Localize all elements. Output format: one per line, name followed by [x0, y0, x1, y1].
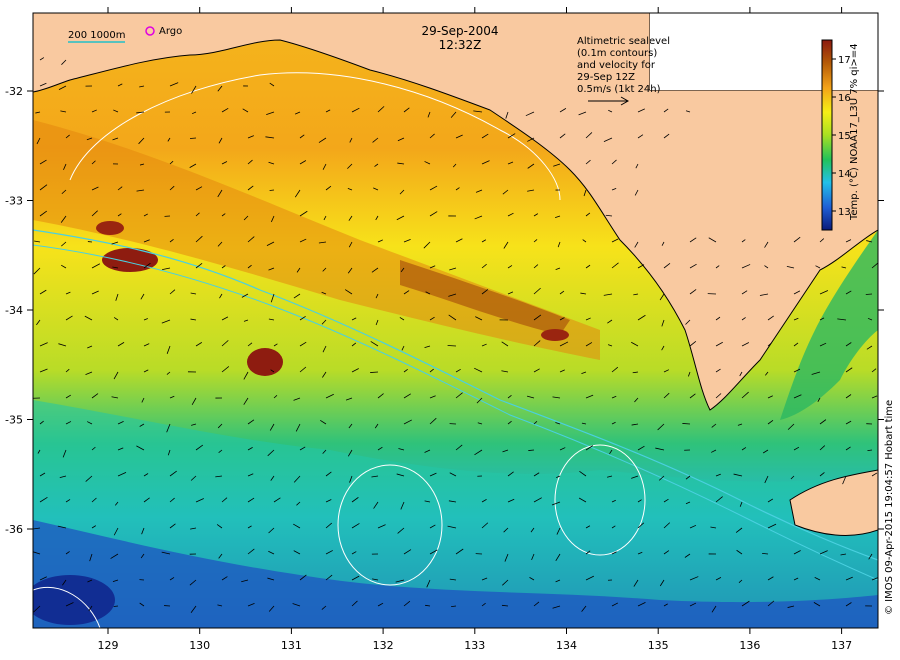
x-tick-label: 137 [831, 639, 852, 652]
annotation-line: 0.5m/s (1kt 24h) [577, 84, 661, 95]
y-tick-label: -36 [5, 523, 23, 536]
velocity-arrow [370, 371, 379, 373]
sst-map: 129 130 131 132 133 134 135 136 137 -32 -33 -34 -35… [5, 7, 895, 652]
velocity-arrow [113, 605, 119, 607]
cold-patch [33, 575, 115, 625]
colorbar-label: Temp. (°C) NOAA17_L3U 7% qi>=4 [849, 43, 860, 221]
colorbar [821, 39, 833, 231]
x-tick-label: 133 [464, 639, 485, 652]
x-tick-label: 134 [556, 639, 577, 652]
date-label: 29-Sep-2004 [421, 24, 498, 38]
hot-spot [541, 329, 569, 341]
x-tick-label: 130 [189, 639, 210, 652]
annotation-line: (0.1m contours) [577, 48, 657, 59]
y-tick-label: -35 [5, 414, 23, 427]
blank-area [650, 13, 878, 90]
annotation-line: and velocity for [577, 60, 656, 71]
plot-area [33, 13, 878, 628]
x-tick-label: 136 [739, 639, 760, 652]
annotation-line: Altimetric sealevel [577, 36, 670, 47]
hot-spot [102, 248, 158, 272]
y-tick-label: -32 [5, 85, 23, 98]
x-tick-label: 132 [373, 639, 394, 652]
hot-spot [247, 348, 283, 376]
y-tick-label: -33 [5, 195, 23, 208]
x-tick-label: 129 [98, 639, 119, 652]
time-label: 12:32Z [439, 38, 482, 52]
y-tick-label: -34 [5, 304, 23, 317]
annotation-line: 29-Sep 12Z [577, 72, 635, 83]
velocity-arrow [865, 293, 873, 295]
velocity-arrow [528, 449, 535, 451]
bathymetry-legend-label: 200 1000m [68, 30, 125, 41]
argo-legend-label: Argo [159, 26, 182, 37]
hot-spot [96, 221, 124, 235]
x-tick-label: 135 [648, 639, 669, 652]
x-tick-label: 131 [281, 639, 302, 652]
velocity-arrow [682, 423, 691, 425]
credit-text: © IMOS 09-Apr-2015 19:04:57 Hobart time [884, 400, 895, 615]
